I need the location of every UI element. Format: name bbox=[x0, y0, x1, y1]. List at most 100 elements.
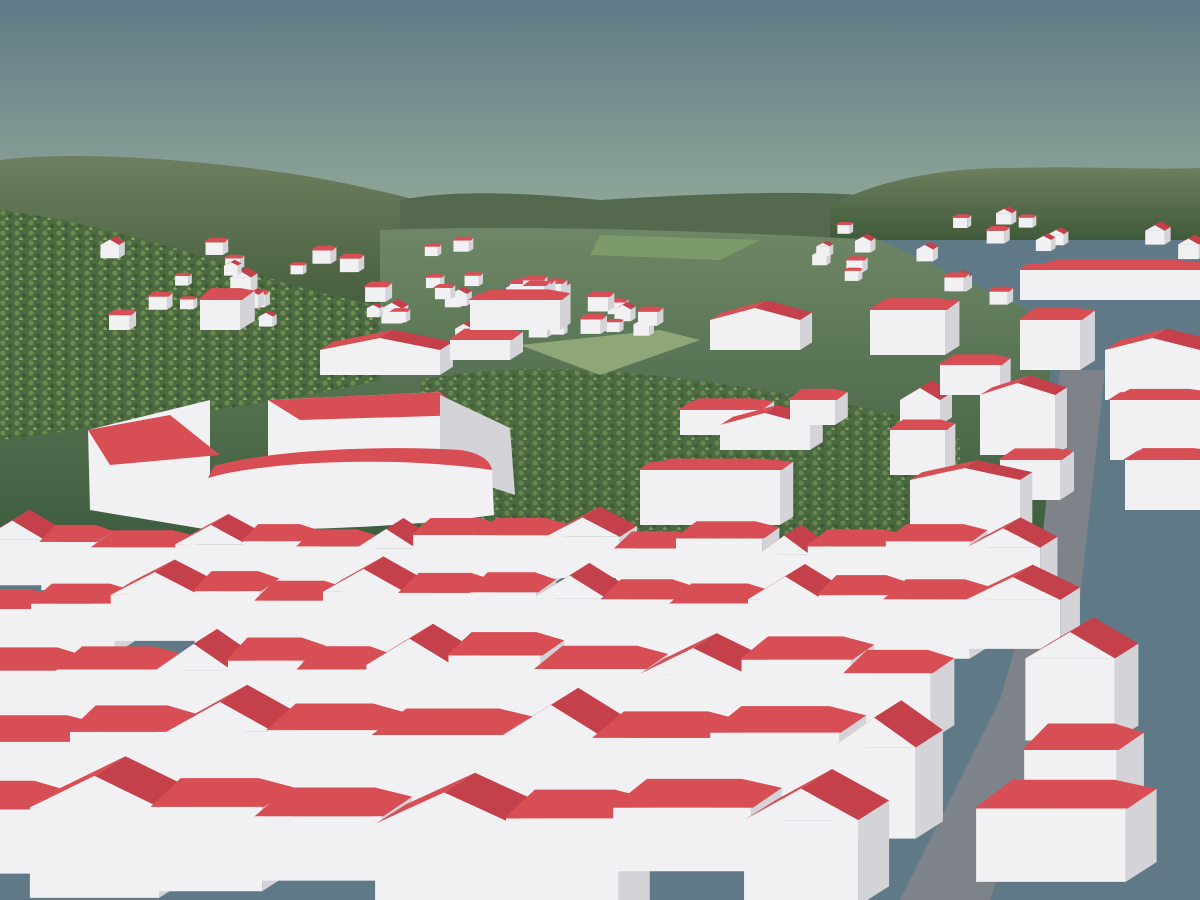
building[interactable] bbox=[888, 419, 956, 475]
building[interactable] bbox=[585, 291, 615, 312]
building-wall bbox=[710, 320, 800, 350]
building[interactable] bbox=[987, 286, 1014, 305]
building-wall bbox=[470, 300, 560, 330]
building-wall bbox=[200, 300, 240, 330]
building[interactable] bbox=[980, 375, 1067, 455]
city-3d-view[interactable] bbox=[0, 0, 1200, 900]
building-wall bbox=[1018, 217, 1033, 228]
building-wall bbox=[148, 296, 167, 310]
building[interactable] bbox=[1123, 448, 1200, 510]
building[interactable] bbox=[942, 272, 970, 292]
building-wall bbox=[996, 213, 1012, 225]
building-wall bbox=[1145, 230, 1165, 245]
building[interactable] bbox=[974, 779, 1157, 882]
building[interactable] bbox=[448, 328, 524, 360]
building[interactable] bbox=[389, 308, 411, 323]
building[interactable] bbox=[842, 267, 863, 281]
building-wall bbox=[1125, 460, 1200, 510]
building[interactable] bbox=[1016, 214, 1037, 228]
building-wall bbox=[965, 599, 1061, 649]
building-wall bbox=[580, 319, 601, 334]
building[interactable] bbox=[310, 245, 337, 264]
building-wall bbox=[885, 599, 970, 659]
building-wall bbox=[1035, 240, 1052, 252]
building-wall bbox=[375, 823, 513, 900]
building-wall bbox=[606, 322, 620, 333]
building-wall bbox=[812, 254, 827, 266]
building[interactable] bbox=[203, 237, 229, 255]
building-wall bbox=[744, 820, 859, 900]
building-wall bbox=[0, 809, 35, 874]
building-wall bbox=[256, 816, 382, 881]
building-wall bbox=[870, 310, 945, 355]
building-wall bbox=[339, 258, 359, 273]
building-wall bbox=[450, 340, 510, 360]
building-wall bbox=[506, 818, 619, 900]
building-wall bbox=[1178, 244, 1199, 260]
building[interactable] bbox=[422, 243, 442, 257]
building-wall bbox=[464, 275, 479, 287]
building-wall bbox=[980, 395, 1055, 455]
building-wall bbox=[953, 217, 968, 229]
building[interactable] bbox=[916, 241, 938, 262]
building[interactable] bbox=[107, 309, 137, 330]
building-wall bbox=[587, 296, 608, 312]
building-wall bbox=[152, 806, 263, 892]
building-wall bbox=[640, 470, 780, 525]
building[interactable] bbox=[146, 291, 173, 310]
building-wall bbox=[434, 287, 451, 300]
building-wall bbox=[29, 807, 160, 898]
building-wall bbox=[224, 265, 238, 276]
near-buildings-group bbox=[0, 506, 1157, 900]
building-wall bbox=[1020, 320, 1080, 370]
building-wall bbox=[175, 276, 189, 286]
building[interactable] bbox=[1018, 259, 1200, 300]
building[interactable] bbox=[635, 306, 664, 326]
building-wall bbox=[413, 535, 483, 577]
building-wall bbox=[320, 350, 440, 375]
building-wall bbox=[916, 249, 934, 262]
building-wall bbox=[365, 287, 386, 302]
building[interactable] bbox=[1018, 308, 1095, 370]
building[interactable] bbox=[173, 272, 192, 286]
building-wall bbox=[258, 316, 273, 327]
building-wall bbox=[290, 265, 304, 275]
building-wall bbox=[424, 246, 438, 257]
building-wall bbox=[989, 291, 1008, 305]
building[interactable] bbox=[868, 298, 960, 355]
building-wall bbox=[109, 315, 130, 330]
building-wall bbox=[633, 324, 650, 336]
building-wall bbox=[0, 539, 45, 586]
building[interactable] bbox=[984, 226, 1010, 244]
building[interactable] bbox=[451, 236, 474, 252]
building[interactable] bbox=[337, 253, 365, 273]
building[interactable] bbox=[468, 289, 571, 330]
building[interactable] bbox=[835, 221, 854, 234]
building[interactable] bbox=[638, 458, 794, 525]
building[interactable] bbox=[951, 214, 972, 229]
building-wall bbox=[944, 277, 964, 292]
building[interactable] bbox=[288, 262, 307, 275]
building-wall bbox=[976, 808, 1126, 882]
building[interactable] bbox=[788, 388, 848, 425]
building-wall bbox=[790, 400, 835, 425]
building[interactable] bbox=[177, 296, 198, 310]
building-wall bbox=[110, 594, 200, 641]
building-wall bbox=[613, 807, 751, 872]
building[interactable] bbox=[462, 272, 483, 287]
building-wall bbox=[205, 242, 223, 255]
building-wall bbox=[179, 299, 194, 310]
building[interactable] bbox=[578, 313, 607, 334]
map-scene[interactable] bbox=[0, 0, 1200, 900]
building[interactable] bbox=[363, 281, 393, 302]
building[interactable] bbox=[198, 288, 255, 330]
building-wall bbox=[391, 311, 407, 323]
building-wall bbox=[854, 240, 871, 253]
building-wall bbox=[844, 270, 859, 281]
building[interactable] bbox=[432, 283, 456, 300]
building[interactable] bbox=[604, 318, 624, 333]
building-wall bbox=[720, 425, 810, 450]
building-wall bbox=[816, 246, 830, 256]
building-wall bbox=[837, 224, 850, 234]
building-side bbox=[915, 730, 943, 839]
